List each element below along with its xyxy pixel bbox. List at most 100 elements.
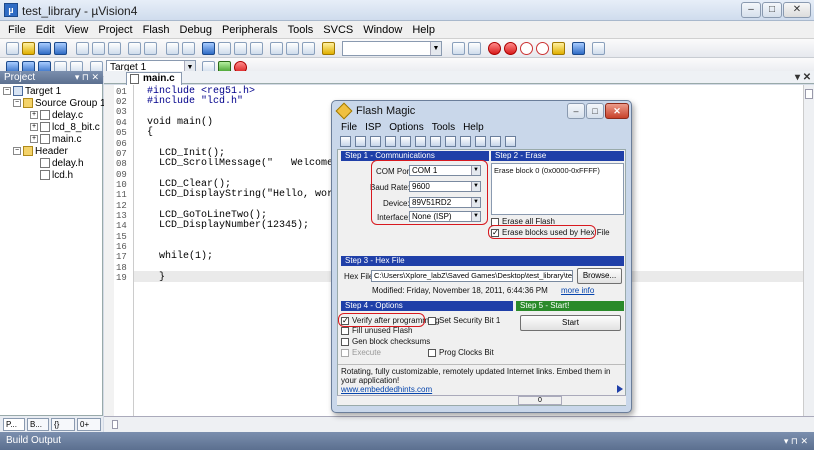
menu-flash[interactable]: Flash (143, 24, 170, 36)
tree-node-source-group[interactable]: − Source Group 1 (13, 98, 106, 109)
save-icon[interactable] (38, 42, 51, 55)
prev-bookmark-icon[interactable] (218, 42, 231, 55)
undo-icon[interactable] (128, 42, 141, 55)
maximize-button[interactable]: □ (762, 2, 782, 18)
start-button[interactable]: Start (520, 315, 621, 331)
configure-icon[interactable] (592, 42, 605, 55)
security-bit-checkbox[interactable] (428, 317, 436, 325)
panel-pin-icon[interactable]: ▾ ⊓ ✕ (784, 432, 808, 450)
erase-block-list[interactable]: Erase block 0 (0x0000-0xFFFF) (491, 163, 624, 215)
prog-clocks-checkbox[interactable] (428, 349, 436, 357)
indent-icon[interactable] (270, 42, 283, 55)
expand-icon[interactable]: + (30, 123, 38, 132)
menu-debug[interactable]: Debug (180, 24, 212, 36)
menu-tools[interactable]: Tools (288, 24, 314, 36)
fm-users-icon[interactable] (505, 136, 516, 147)
copy-icon[interactable] (92, 42, 105, 55)
fm-program-icon[interactable] (415, 136, 426, 147)
editor-gutter[interactable] (104, 85, 114, 416)
close-editor-icon[interactable]: ▾ ✕ (795, 72, 811, 83)
find-combo[interactable]: ▼ (342, 41, 442, 56)
tree-node-target[interactable]: − Target 1 (3, 86, 61, 97)
save-all-icon[interactable] (54, 42, 67, 55)
menu-window[interactable]: Window (363, 24, 402, 36)
fm-maximize-button[interactable]: □ (586, 103, 604, 119)
browse-icon[interactable] (322, 42, 335, 55)
nav-back-icon[interactable] (166, 42, 179, 55)
expand-icon[interactable]: + (30, 111, 38, 120)
menu-help[interactable]: Help (412, 24, 435, 36)
nav-forward-icon[interactable] (182, 42, 195, 55)
fm-menu-file[interactable]: File (341, 122, 357, 134)
tab-functions[interactable]: {} F... (51, 418, 75, 440)
fm-play-icon[interactable] (430, 136, 441, 147)
embeddedhints-link[interactable]: www.embeddedhints.com (341, 385, 432, 394)
fm-menu-tools[interactable]: Tools (432, 122, 455, 134)
collapse-icon[interactable]: − (13, 99, 21, 108)
disable-breakpoint-icon[interactable] (520, 42, 533, 55)
panel-pin-icon[interactable]: ▾ ⊓ ✕ (75, 71, 99, 84)
horizontal-scrollbar[interactable] (104, 416, 814, 432)
comment-icon[interactable] (302, 42, 315, 55)
minimize-button[interactable]: – (741, 2, 761, 18)
expand-icon[interactable]: + (30, 135, 38, 144)
more-info-link[interactable]: more info (561, 286, 594, 295)
open-folder-icon[interactable] (22, 42, 35, 55)
menu-file[interactable]: File (8, 24, 26, 36)
tab-project[interactable]: P... (3, 418, 25, 431)
debug-start-icon[interactable] (488, 42, 501, 55)
paste-icon[interactable] (108, 42, 121, 55)
fm-menu-options[interactable]: Options (389, 122, 423, 134)
tree-node-file[interactable]: + delay.c (30, 110, 83, 121)
fm-heart-icon[interactable] (445, 136, 456, 147)
menu-svcs[interactable]: SVCS (323, 24, 353, 36)
tab-books[interactable]: B... (27, 418, 49, 431)
tree-node-file[interactable]: delay.h (40, 158, 84, 169)
cut-icon[interactable] (76, 42, 89, 55)
close-button[interactable]: ✕ (783, 2, 811, 18)
tree-node-file[interactable]: + main.c (30, 134, 81, 145)
menu-project[interactable]: Project (98, 24, 132, 36)
unindent-icon[interactable] (286, 42, 299, 55)
new-file-icon[interactable] (6, 42, 19, 55)
collapse-icon[interactable]: − (3, 87, 11, 96)
fm-menu-help[interactable]: Help (463, 122, 484, 134)
fm-hex-icon[interactable] (460, 136, 471, 147)
kill-breakpoints-icon[interactable] (536, 42, 549, 55)
menu-peripherals[interactable]: Peripherals (222, 24, 278, 36)
fill-unused-checkbox[interactable] (341, 327, 349, 335)
execute-checkbox[interactable] (341, 349, 349, 357)
fm-help-icon[interactable] (490, 136, 501, 147)
play-arrow-icon[interactable] (617, 385, 623, 393)
gen-checksums-checkbox[interactable] (341, 338, 349, 346)
erase-block-item[interactable]: Erase block 0 (0x0000-0xFFFF) (494, 166, 600, 175)
fm-blank-check-icon[interactable] (400, 136, 411, 147)
tree-node-file[interactable]: + lcd_8_bit.c (30, 122, 100, 133)
disable-all-breakpoints-icon[interactable] (552, 42, 565, 55)
browse-button[interactable]: Browse... (577, 268, 622, 284)
fm-terminal-icon[interactable] (475, 136, 486, 147)
tab-main-c[interactable]: main.c (126, 72, 182, 85)
tab-templates[interactable]: 0+ T... (77, 418, 101, 440)
fm-open-icon[interactable] (340, 136, 351, 147)
tree-node-file[interactable]: lcd.h (40, 170, 73, 181)
scroll-thumb[interactable] (805, 89, 813, 99)
fm-close-button[interactable]: ✕ (605, 103, 629, 119)
fm-menu-isp[interactable]: ISP (365, 122, 381, 134)
redo-icon[interactable] (144, 42, 157, 55)
hex-file-input[interactable]: C:\Users\Xplore_labZ\Saved Games\Desktop… (371, 270, 573, 282)
collapse-icon[interactable]: − (13, 147, 21, 156)
bookmark-icon[interactable] (202, 42, 215, 55)
scroll-thumb[interactable] (112, 420, 118, 429)
find-in-files-icon[interactable] (452, 42, 465, 55)
fm-minimize-button[interactable]: – (567, 103, 585, 119)
breakpoint-icon[interactable] (504, 42, 517, 55)
menu-edit[interactable]: Edit (36, 24, 55, 36)
vertical-scrollbar[interactable] (803, 85, 814, 416)
menu-view[interactable]: View (65, 24, 89, 36)
fm-save-icon[interactable] (355, 136, 366, 147)
fm-find-icon[interactable] (370, 136, 381, 147)
clear-bookmarks-icon[interactable] (250, 42, 263, 55)
tree-node-header-group[interactable]: − Header (13, 146, 68, 157)
window-layout-icon[interactable] (572, 42, 585, 55)
